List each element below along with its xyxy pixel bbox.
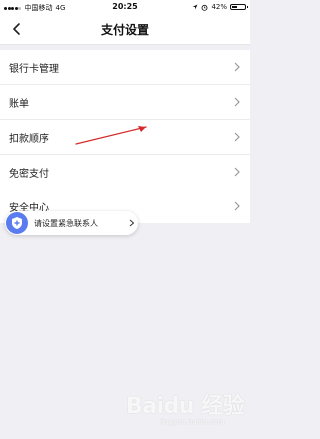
shield-plus-icon (6, 212, 28, 234)
row-label: 扣款顺序 (9, 134, 49, 145)
chevron-right-icon (234, 132, 240, 142)
page-title: 支付设置 (100, 23, 149, 37)
navigation-bar: 支付设置 (0, 14, 250, 45)
row-label: 账单 (9, 99, 29, 110)
battery-percent: 42% (211, 3, 227, 11)
row-deduction-order[interactable]: 扣款顺序 (0, 120, 250, 155)
watermark-brand: Baidu 经验 (126, 394, 245, 419)
chevron-right-icon (234, 97, 240, 107)
location-icon (193, 4, 198, 10)
status-right: 42% (192, 3, 248, 11)
chevron-right-icon (129, 219, 135, 227)
row-bank-card-management[interactable]: 银行卡管理 (0, 50, 250, 85)
chevron-right-icon (234, 167, 240, 177)
battery-icon (230, 4, 248, 10)
emergency-contact-label: 请设置紧急联系人 (34, 219, 98, 228)
battery-fill (232, 6, 237, 8)
row-bill[interactable]: 账单 (0, 85, 250, 120)
watermark-url: jingyan.baidu.com (160, 418, 225, 426)
settings-group-payment: 银行卡管理 账单 扣款顺序 免密支付 (0, 50, 250, 189)
status-bar: 中国移动 4G 20:25 42% (0, 0, 250, 14)
row-password-free-payment[interactable]: 免密支付 (0, 155, 250, 189)
emergency-contact-tip[interactable]: 请设置紧急联系人 (5, 211, 138, 235)
row-label: 免密支付 (9, 169, 49, 180)
alarm-icon (201, 4, 208, 11)
chevron-right-icon (234, 62, 240, 72)
row-label: 银行卡管理 (9, 64, 59, 75)
baidu-jingyan-watermark: Baidu 经验 jingyan.baidu.com (120, 382, 248, 436)
chevron-right-icon (234, 201, 240, 211)
